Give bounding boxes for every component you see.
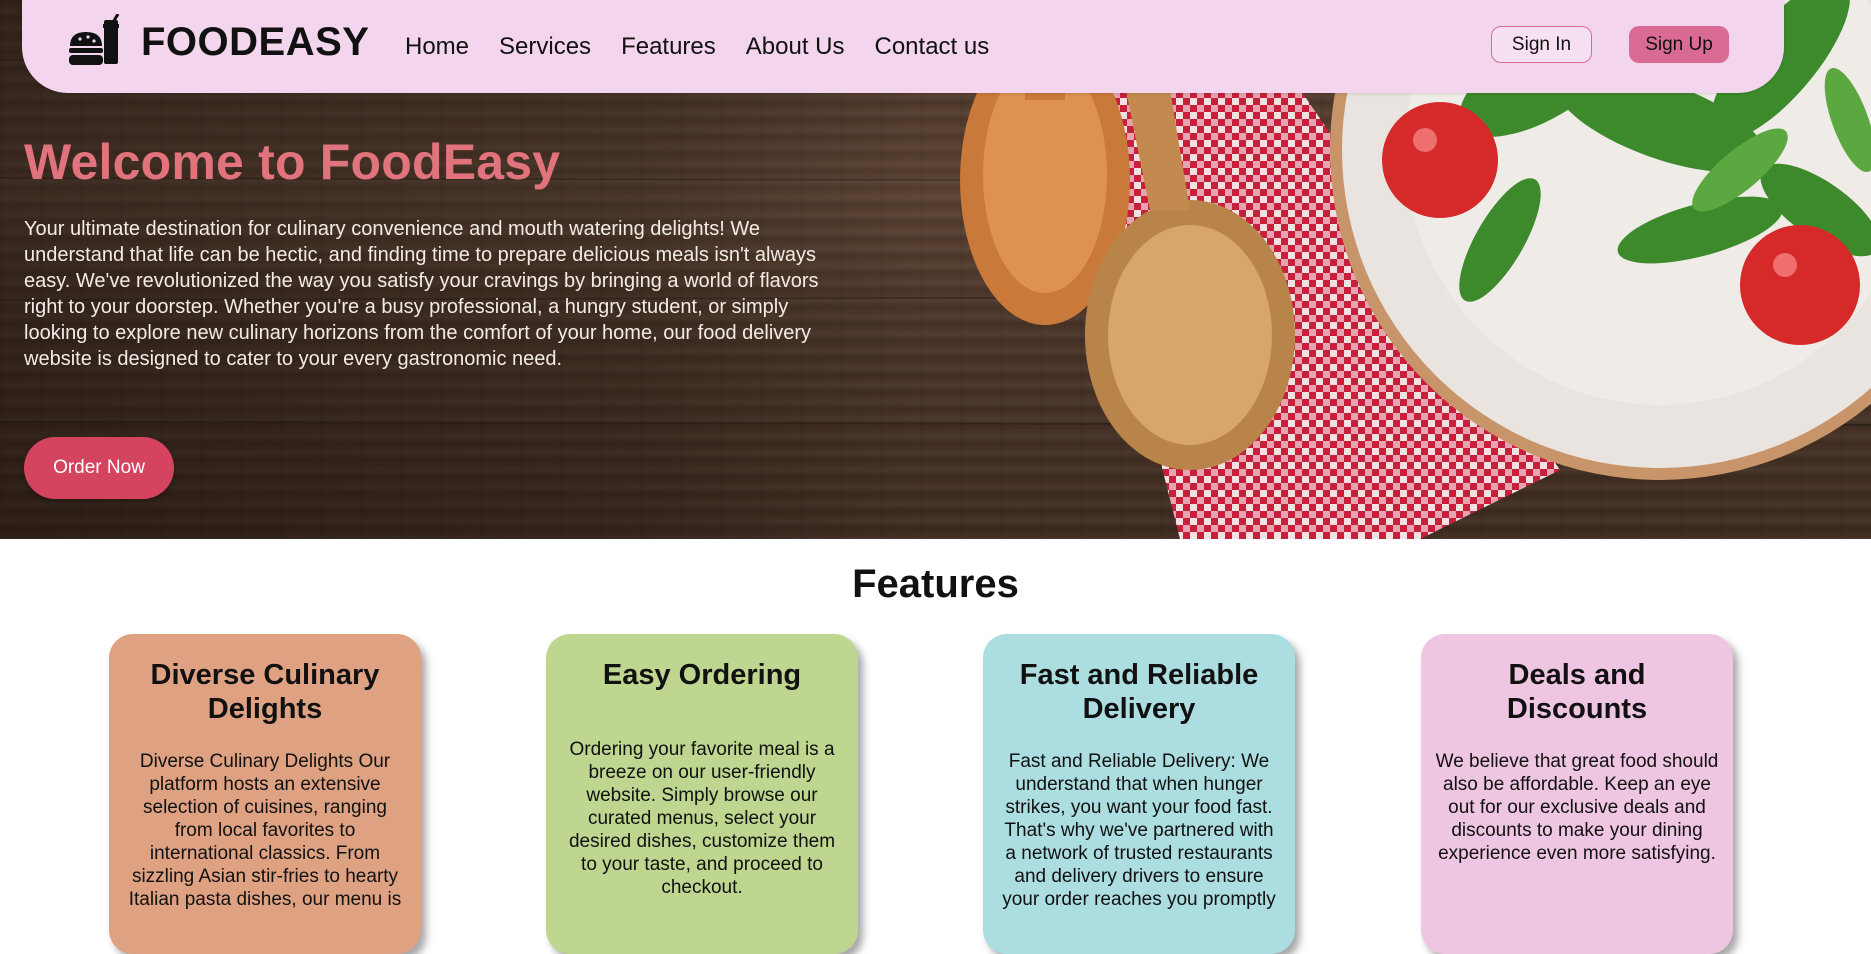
sign-up-button[interactable]: Sign Up bbox=[1629, 26, 1729, 63]
burger-drink-icon bbox=[69, 14, 120, 65]
feature-card-text: Ordering your favorite meal is a breeze … bbox=[568, 739, 836, 898]
brand-logo[interactable]: FOODEASY bbox=[66, 14, 369, 70]
nav-links: Home Services Features About Us Contact … bbox=[405, 33, 1019, 61]
feature-card-text: Fast and Reliable Delivery: We understan… bbox=[1002, 751, 1276, 910]
feature-card-text: Diverse Culinary Delights Our platform h… bbox=[128, 751, 402, 910]
feature-card-diverse-culinary: Diverse Culinary Delights Diverse Culina… bbox=[109, 634, 421, 954]
navbar: FOODEASY Home Services Features About Us… bbox=[22, 0, 1784, 93]
hero-description: Your ultimate destination for culinary c… bbox=[24, 218, 819, 370]
feature-card-title: Fast and Reliable Delivery bbox=[1019, 659, 1259, 725]
feature-card-text: We believe that great food should also b… bbox=[1435, 751, 1719, 864]
nav-link-contact-us[interactable]: Contact us bbox=[875, 33, 990, 61]
feature-card-title: Diverse Culinary Delights bbox=[150, 659, 380, 725]
feature-card-fast-delivery: Fast and Reliable Delivery Fast and Reli… bbox=[983, 634, 1295, 954]
sign-in-button[interactable]: Sign In bbox=[1491, 26, 1592, 63]
feature-card-title: Easy Ordering bbox=[602, 659, 802, 691]
brand-name: FOODEASY bbox=[141, 19, 370, 64]
feature-card-title: Deals and Discounts bbox=[1506, 659, 1648, 725]
order-now-button[interactable]: Order Now bbox=[24, 437, 174, 499]
features-heading: Features bbox=[852, 562, 1019, 606]
nav-link-home[interactable]: Home bbox=[405, 33, 469, 61]
feature-card-deals-discounts: Deals and Discounts We believe that grea… bbox=[1421, 634, 1733, 954]
feature-card-easy-ordering: Easy Ordering Ordering your favorite mea… bbox=[546, 634, 858, 954]
nav-link-features[interactable]: Features bbox=[621, 33, 716, 61]
nav-link-services[interactable]: Services bbox=[499, 33, 591, 61]
hero-title: Welcome to FoodEasy bbox=[24, 134, 561, 190]
nav-link-about-us[interactable]: About Us bbox=[746, 33, 845, 61]
